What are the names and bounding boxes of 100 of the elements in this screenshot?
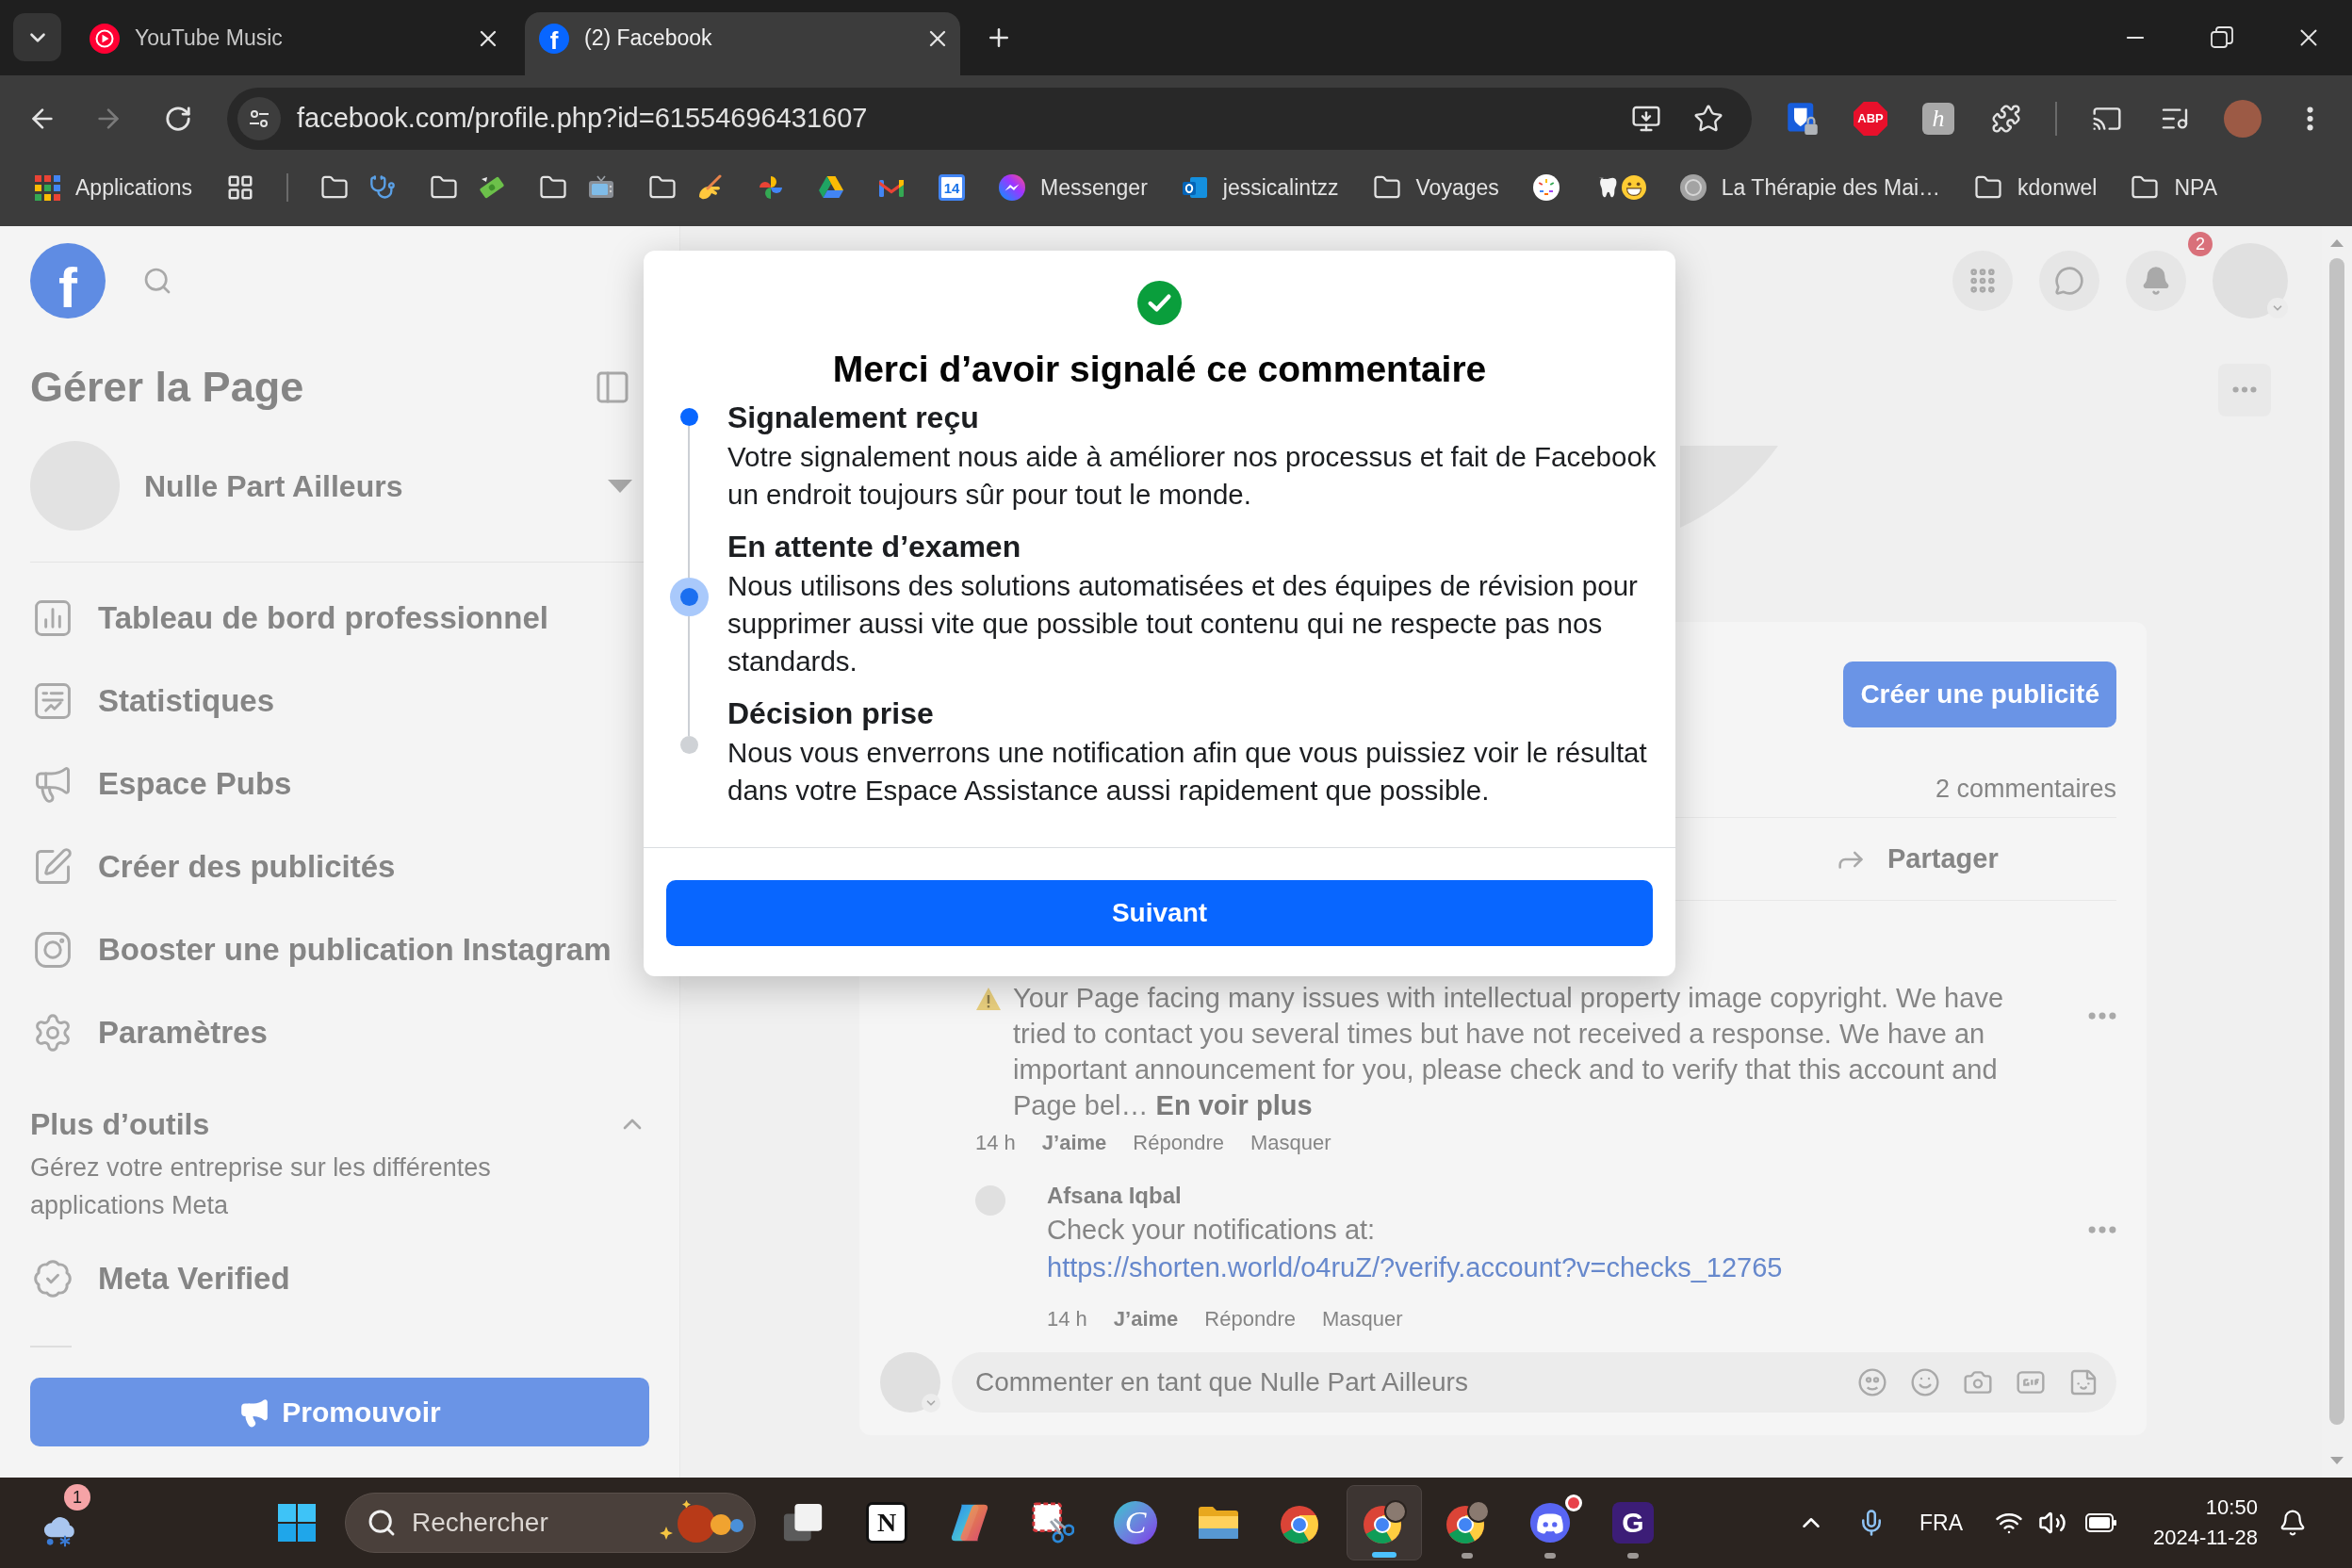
letter-extension-button[interactable]: h (1922, 103, 1954, 135)
sidebar-item[interactable]: Espace Pubs (30, 743, 649, 825)
comment-action-link[interactable]: Masquer (1250, 1126, 1331, 1158)
battery-icon[interactable] (2085, 1513, 2117, 1532)
taskbar-app[interactable]: N (849, 1485, 924, 1560)
bookmark[interactable]: Applications (25, 165, 203, 210)
play-circle-icon (90, 23, 120, 54)
create-ad-button[interactable]: Créer une publicité (1843, 662, 2116, 727)
star-icon[interactable] (1693, 104, 1723, 134)
calendar-icon: 14 (939, 174, 966, 201)
restore-icon[interactable] (2211, 26, 2233, 49)
camera-outline-icon (32, 929, 74, 971)
step-description: Nous vous enverrons une notification afin que vous puissiez voir le résultat dans votre Espace Assistance aussi rapidement que possible. (727, 736, 1648, 808)
site-info-button[interactable] (237, 97, 281, 140)
see-more-link[interactable]: En voir plus (1155, 1090, 1313, 1120)
bookmark[interactable]: kdonwel (1965, 165, 2107, 210)
triangle-logo-icon (818, 175, 845, 200)
logo-icon[interactable]: f (30, 243, 106, 318)
language-indicator[interactable]: FRA (1919, 1506, 1963, 1540)
bookmark[interactable]: NPA (2121, 165, 2228, 210)
chat-bubble-icon (2054, 266, 2084, 296)
next-button[interactable]: Suivant (666, 880, 1653, 946)
dots-grid-icon (1968, 266, 1998, 296)
bookmark[interactable]: La Thérapie des Mai… (1670, 165, 1951, 210)
clock-date[interactable]: 2024-11-28 (2153, 1523, 2258, 1553)
comment-text: Check your notifications at: https://shorten.world/o4ruZ/?verify.account?v=checks_12765 (1047, 1214, 1784, 1284)
clock-time[interactable]: 10:50 (2205, 1493, 2258, 1523)
step-description: Nous utilisons des solutions automatisées et des équipes de révision pour supprimer aussi vite que possible tout contenu qui ne respecte pas nos standards. (727, 569, 1639, 678)
dialog-title: Merci d’avoir signalé ce commentaire (831, 349, 1488, 390)
stethoscope-icon (369, 174, 397, 201)
browser-tab[interactable]: YouTube Music (75, 12, 511, 75)
scrollbar-thumb[interactable] (2329, 258, 2344, 1425)
bar-chart-icon (32, 597, 74, 639)
bookmark[interactable]: jessicalintzz (1171, 165, 1348, 210)
tab-search-button[interactable] (13, 13, 61, 61)
search-field[interactable]: Rechercher (345, 1493, 756, 1553)
sliders-icon (248, 107, 270, 130)
notification-count: 2 (2188, 232, 2213, 256)
section-header[interactable]: Plus d’outils (30, 1103, 649, 1145)
step-title: Décision prise (727, 695, 935, 732)
sidebar-item[interactable]: Statistiques (30, 660, 649, 743)
taskbar-app[interactable]: C (1098, 1485, 1173, 1560)
chevron-down-icon (2267, 298, 2288, 318)
comment-action-link[interactable]: Masquer (1321, 1302, 1403, 1334)
four-squares-icon (278, 1504, 316, 1542)
comment-time: 14 h (1047, 1305, 1087, 1332)
promote-button[interactable]: Promouvoir (30, 1378, 649, 1446)
grid-icon (226, 173, 255, 202)
start-button[interactable] (276, 1502, 318, 1544)
warning-icon (975, 987, 1002, 1011)
taskbar-app[interactable]: G (1595, 1485, 1671, 1560)
app-logo: C (1114, 1501, 1157, 1544)
comment-action-link[interactable]: Répondre (1133, 1126, 1224, 1158)
menu-icon[interactable] (2307, 106, 2314, 131)
url-link[interactable]: https://shorten.world/o4ruZ/?verify.account?v=checks_12765 (1047, 1252, 1783, 1282)
step-title: En attente d’examen (727, 529, 1022, 565)
bell-icon (2141, 266, 2171, 296)
share-button[interactable]: Partager (1835, 838, 1999, 880)
sidebar-item[interactable]: Créer des publicités (30, 825, 649, 908)
bookmark[interactable]: 14 (929, 165, 975, 210)
pinwheel-icon (758, 174, 785, 201)
envelope-icon (878, 177, 906, 198)
circle-logo-icon (1679, 174, 1707, 201)
sidebar-item[interactable]: Tableau de bord professionnel (30, 577, 649, 660)
address-bar[interactable]: facebook.com/profile.php?id=61554696431607 (227, 88, 1752, 150)
comment-author[interactable]: Afsana Iqbal (1047, 1181, 2027, 1211)
colored-ring-icon (1532, 174, 1560, 201)
ellipsis-icon (2232, 386, 2257, 394)
sidebar-item[interactable]: Booster une publication Instagram (30, 908, 649, 991)
comment-action-link[interactable]: Répondre (1204, 1302, 1296, 1334)
section-description: Gérez votre entreprise sur les différentes applications Meta (30, 1152, 492, 1221)
tv-icon (588, 174, 615, 201)
shield-lock-icon[interactable] (1786, 102, 1820, 136)
grinning-face-icon (1621, 175, 1646, 200)
sidebar-title: Gérer la Page (30, 362, 304, 413)
sidebar-item[interactable]: Paramètres (30, 991, 649, 1074)
caret-down-icon (608, 479, 632, 493)
install-icon[interactable] (1631, 104, 1661, 134)
mail-app-icon (1181, 174, 1208, 201)
scissors-icon (1031, 1501, 1074, 1544)
browser-tab[interactable]: f (2) Facebook (525, 12, 960, 75)
octagon-extension-button[interactable]: ABP (1854, 102, 1887, 136)
comment-time: 14 h (975, 1129, 1016, 1156)
app-logo: G (1612, 1502, 1654, 1544)
browser-profile-icon (1362, 1500, 1407, 1545)
step-description: Votre signalement nous aide à améliorer nos processus et fait de Facebook un endroit toujours sûr pour tout le monde. (727, 440, 1658, 512)
step-title: Signalement reçu (727, 400, 980, 436)
controller-face-icon (1528, 1501, 1572, 1544)
logo-icon: f (539, 23, 569, 54)
bookmark[interactable]: Messenger (989, 165, 1157, 210)
sidebar-item[interactable]: Meta Verified (30, 1237, 649, 1320)
taskbar-app[interactable] (1347, 1485, 1422, 1560)
bookmark[interactable]: Voyages (1363, 165, 1509, 210)
comment-action-link[interactable]: J’aime (1113, 1302, 1179, 1334)
puzzle-icon[interactable] (1991, 104, 2021, 134)
page-switcher[interactable]: Nulle Part Ailleurs (30, 441, 649, 531)
comment-count[interactable]: 2 commentaires (1935, 769, 2116, 808)
comment-action-link[interactable]: J’aime (1041, 1126, 1107, 1158)
search-icon (367, 1508, 397, 1538)
reload-icon[interactable] (164, 105, 192, 133)
